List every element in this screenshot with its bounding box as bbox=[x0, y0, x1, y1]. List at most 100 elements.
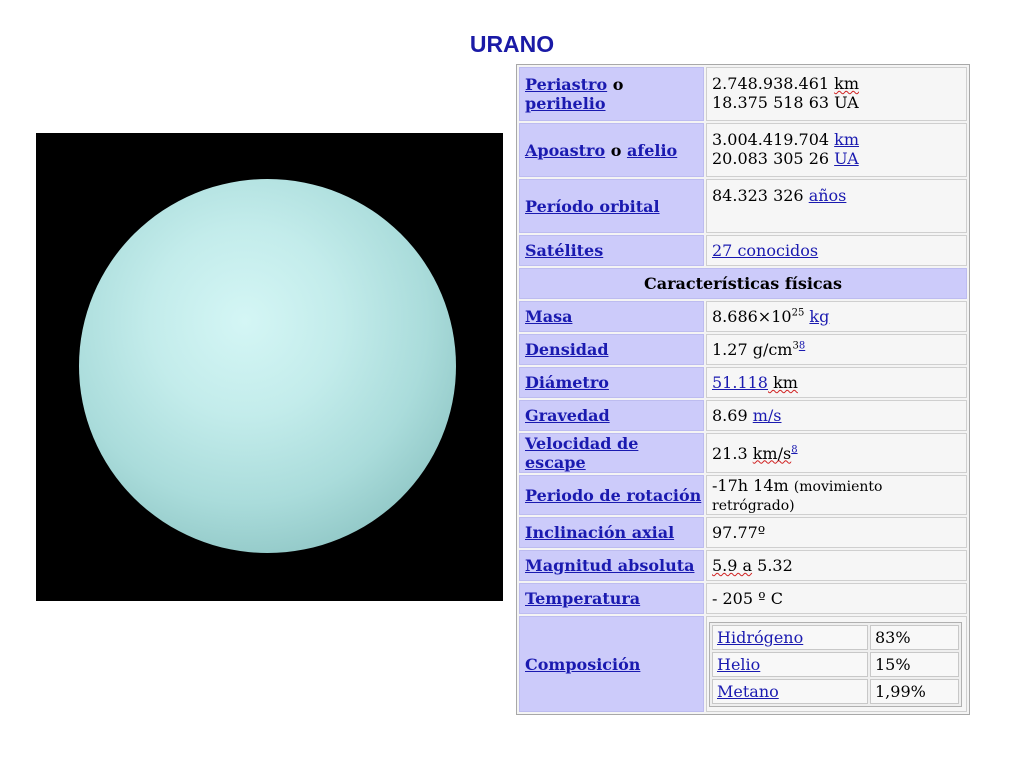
link-temperatura[interactable]: Temperatura bbox=[525, 589, 640, 608]
table-row: Helio 15% bbox=[712, 651, 959, 677]
link-gravedad[interactable]: Gravedad bbox=[525, 406, 610, 425]
link-metano[interactable]: Metano bbox=[717, 682, 779, 701]
periastro-km-value: 2.748.938.461 bbox=[712, 74, 835, 93]
link-diametro[interactable]: Diámetro bbox=[525, 373, 609, 392]
label-periastro-conj: o bbox=[607, 75, 624, 94]
apoastro-ua-value: 20.083 305 26 bbox=[712, 149, 835, 168]
periodo-orbital-value: 84.323 326 bbox=[712, 186, 809, 205]
composition-value: 1,99% bbox=[870, 678, 959, 704]
link-conocidos[interactable]: 27 conocidos bbox=[712, 241, 818, 260]
link-afelio[interactable]: afelio bbox=[627, 141, 677, 160]
row-section-header: Características físicas bbox=[519, 268, 967, 299]
row-periodo-rotacion: Periodo de rotación -17h 14m (movimiento… bbox=[519, 475, 967, 515]
link-ms[interactable]: m/s bbox=[753, 406, 782, 425]
link-periastro[interactable]: Periastro bbox=[525, 75, 607, 94]
label-composicion: Composición bbox=[519, 616, 704, 712]
link-inclinacion[interactable]: Inclinación axial bbox=[525, 523, 674, 542]
label-periodo-rotacion: Periodo de rotación bbox=[519, 475, 704, 515]
value-velocidad-escape: 21.3 km/s8 bbox=[706, 433, 967, 473]
uranus-image bbox=[36, 133, 503, 601]
value-apoastro: 3.004.419.704 km 20.083 305 26 UA bbox=[706, 123, 967, 177]
composition-value: 15% bbox=[870, 651, 959, 677]
value-gravedad: 8.69 m/s bbox=[706, 400, 967, 431]
periastro-km-unit: km bbox=[834, 74, 860, 93]
row-periastro: Periastro o perihelio 2.748.938.461 km 1… bbox=[519, 67, 967, 121]
value-inclinacion: 97.77º bbox=[706, 517, 967, 548]
row-satelites: Satélites 27 conocidos bbox=[519, 235, 967, 266]
label-apoastro: Apoastro o afelio bbox=[519, 123, 704, 177]
link-periodo-orbital[interactable]: Período orbital bbox=[525, 197, 660, 216]
link-velocidad-escape[interactable]: Velocidad de escape bbox=[525, 434, 638, 472]
masa-exponent: 25 bbox=[791, 307, 805, 319]
periodo-rotacion-value: -17h 14m bbox=[712, 476, 794, 495]
label-periastro: Periastro o perihelio bbox=[519, 67, 704, 121]
velocidad-escape-value: 21.3 bbox=[712, 443, 753, 463]
label-periodo-orbital: Período orbital bbox=[519, 179, 704, 233]
row-magnitud: Magnitud absoluta 5.9 a 5.32 bbox=[519, 550, 967, 581]
link-kg[interactable]: kg bbox=[809, 307, 829, 326]
row-temperatura: Temperatura - 205 º C bbox=[519, 583, 967, 614]
densidad-ref-link[interactable]: 8 bbox=[799, 341, 805, 352]
link-composicion[interactable]: Composición bbox=[525, 655, 640, 674]
link-hidrogeno[interactable]: Hidrógeno bbox=[717, 628, 803, 647]
value-diametro: 51.118 km bbox=[706, 367, 967, 398]
link-ua[interactable]: UA bbox=[834, 149, 859, 168]
label-masa: Masa bbox=[519, 301, 704, 332]
composition-table: Hidrógeno 83% Helio 15% Metano 1,99% bbox=[709, 621, 962, 707]
link-anos[interactable]: años bbox=[809, 186, 847, 205]
velocidad-ref-link[interactable]: 8 bbox=[791, 444, 797, 455]
link-km[interactable]: km bbox=[834, 130, 859, 149]
row-periodo-orbital: Período orbital 84.323 326 años bbox=[519, 179, 967, 233]
row-inclinacion: Inclinación axial 97.77º bbox=[519, 517, 967, 548]
value-composicion: Hidrógeno 83% Helio 15% Metano 1,99% bbox=[706, 616, 967, 712]
table-row: Hidrógeno 83% bbox=[712, 624, 959, 650]
value-periastro: 2.748.938.461 km 18.375 518 63 UA bbox=[706, 67, 967, 121]
link-densidad[interactable]: Densidad bbox=[525, 340, 609, 359]
composition-name-cell: Helio bbox=[712, 651, 868, 677]
periastro-ua-value: 18.375 518 63 UA bbox=[712, 93, 859, 112]
row-masa: Masa 8.686×1025 kg bbox=[519, 301, 967, 332]
diametro-unit: km bbox=[767, 373, 798, 392]
composition-name-cell: Hidrógeno bbox=[712, 624, 868, 650]
label-inclinacion: Inclinación axial bbox=[519, 517, 704, 548]
row-composicion: Composición Hidrógeno 83% Helio 15% Meta… bbox=[519, 616, 967, 712]
label-temperatura: Temperatura bbox=[519, 583, 704, 614]
table-row: Metano 1,99% bbox=[712, 678, 959, 704]
link-periodo-rotacion[interactable]: Periodo de rotación bbox=[525, 486, 701, 505]
label-magnitud: Magnitud absoluta bbox=[519, 550, 704, 581]
page-title: URANO bbox=[469, 31, 555, 57]
section-header: Características físicas bbox=[519, 268, 967, 299]
value-satelites: 27 conocidos bbox=[706, 235, 967, 266]
uranus-sphere bbox=[79, 179, 456, 553]
value-periodo-orbital: 84.323 326 años bbox=[706, 179, 967, 233]
row-velocidad-escape: Velocidad de escape 21.3 km/s8 bbox=[519, 433, 967, 473]
label-diametro: Diámetro bbox=[519, 367, 704, 398]
value-masa: 8.686×1025 kg bbox=[706, 301, 967, 332]
link-magnitud[interactable]: Magnitud absoluta bbox=[525, 556, 694, 575]
magnitud-value-a: 5.9 a bbox=[712, 556, 753, 575]
label-densidad: Densidad bbox=[519, 334, 704, 365]
label-apoastro-conj: o bbox=[605, 140, 627, 160]
label-velocidad-escape: Velocidad de escape bbox=[519, 433, 704, 473]
composition-name-cell: Metano bbox=[712, 678, 868, 704]
link-apoastro[interactable]: Apoastro bbox=[525, 141, 605, 160]
row-apoastro: Apoastro o afelio 3.004.419.704 km 20.08… bbox=[519, 123, 967, 177]
value-periodo-rotacion: -17h 14m (movimiento retrógrado) bbox=[706, 475, 967, 515]
link-masa[interactable]: Masa bbox=[525, 307, 572, 326]
velocidad-escape-unit: km/s bbox=[752, 443, 792, 463]
link-perihelio[interactable]: perihelio bbox=[525, 94, 606, 113]
densidad-value: 1.27 g/cm bbox=[712, 340, 793, 359]
label-satelites: Satélites bbox=[519, 235, 704, 266]
gravedad-value: 8.69 bbox=[712, 406, 753, 425]
planet-info-table: Periastro o perihelio 2.748.938.461 km 1… bbox=[516, 64, 970, 715]
link-satelites[interactable]: Satélites bbox=[525, 241, 603, 260]
label-gravedad: Gravedad bbox=[519, 400, 704, 431]
row-diametro: Diámetro 51.118 km bbox=[519, 367, 967, 398]
value-magnitud: 5.9 a 5.32 bbox=[706, 550, 967, 581]
value-densidad: 1.27 g/cm38 bbox=[706, 334, 967, 365]
link-helio[interactable]: Helio bbox=[717, 655, 760, 674]
row-gravedad: Gravedad 8.69 m/s bbox=[519, 400, 967, 431]
link-diametro-value[interactable]: 51.118 bbox=[712, 373, 768, 392]
masa-value: 8.686×10 bbox=[712, 307, 792, 326]
value-temperatura: - 205 º C bbox=[706, 583, 967, 614]
